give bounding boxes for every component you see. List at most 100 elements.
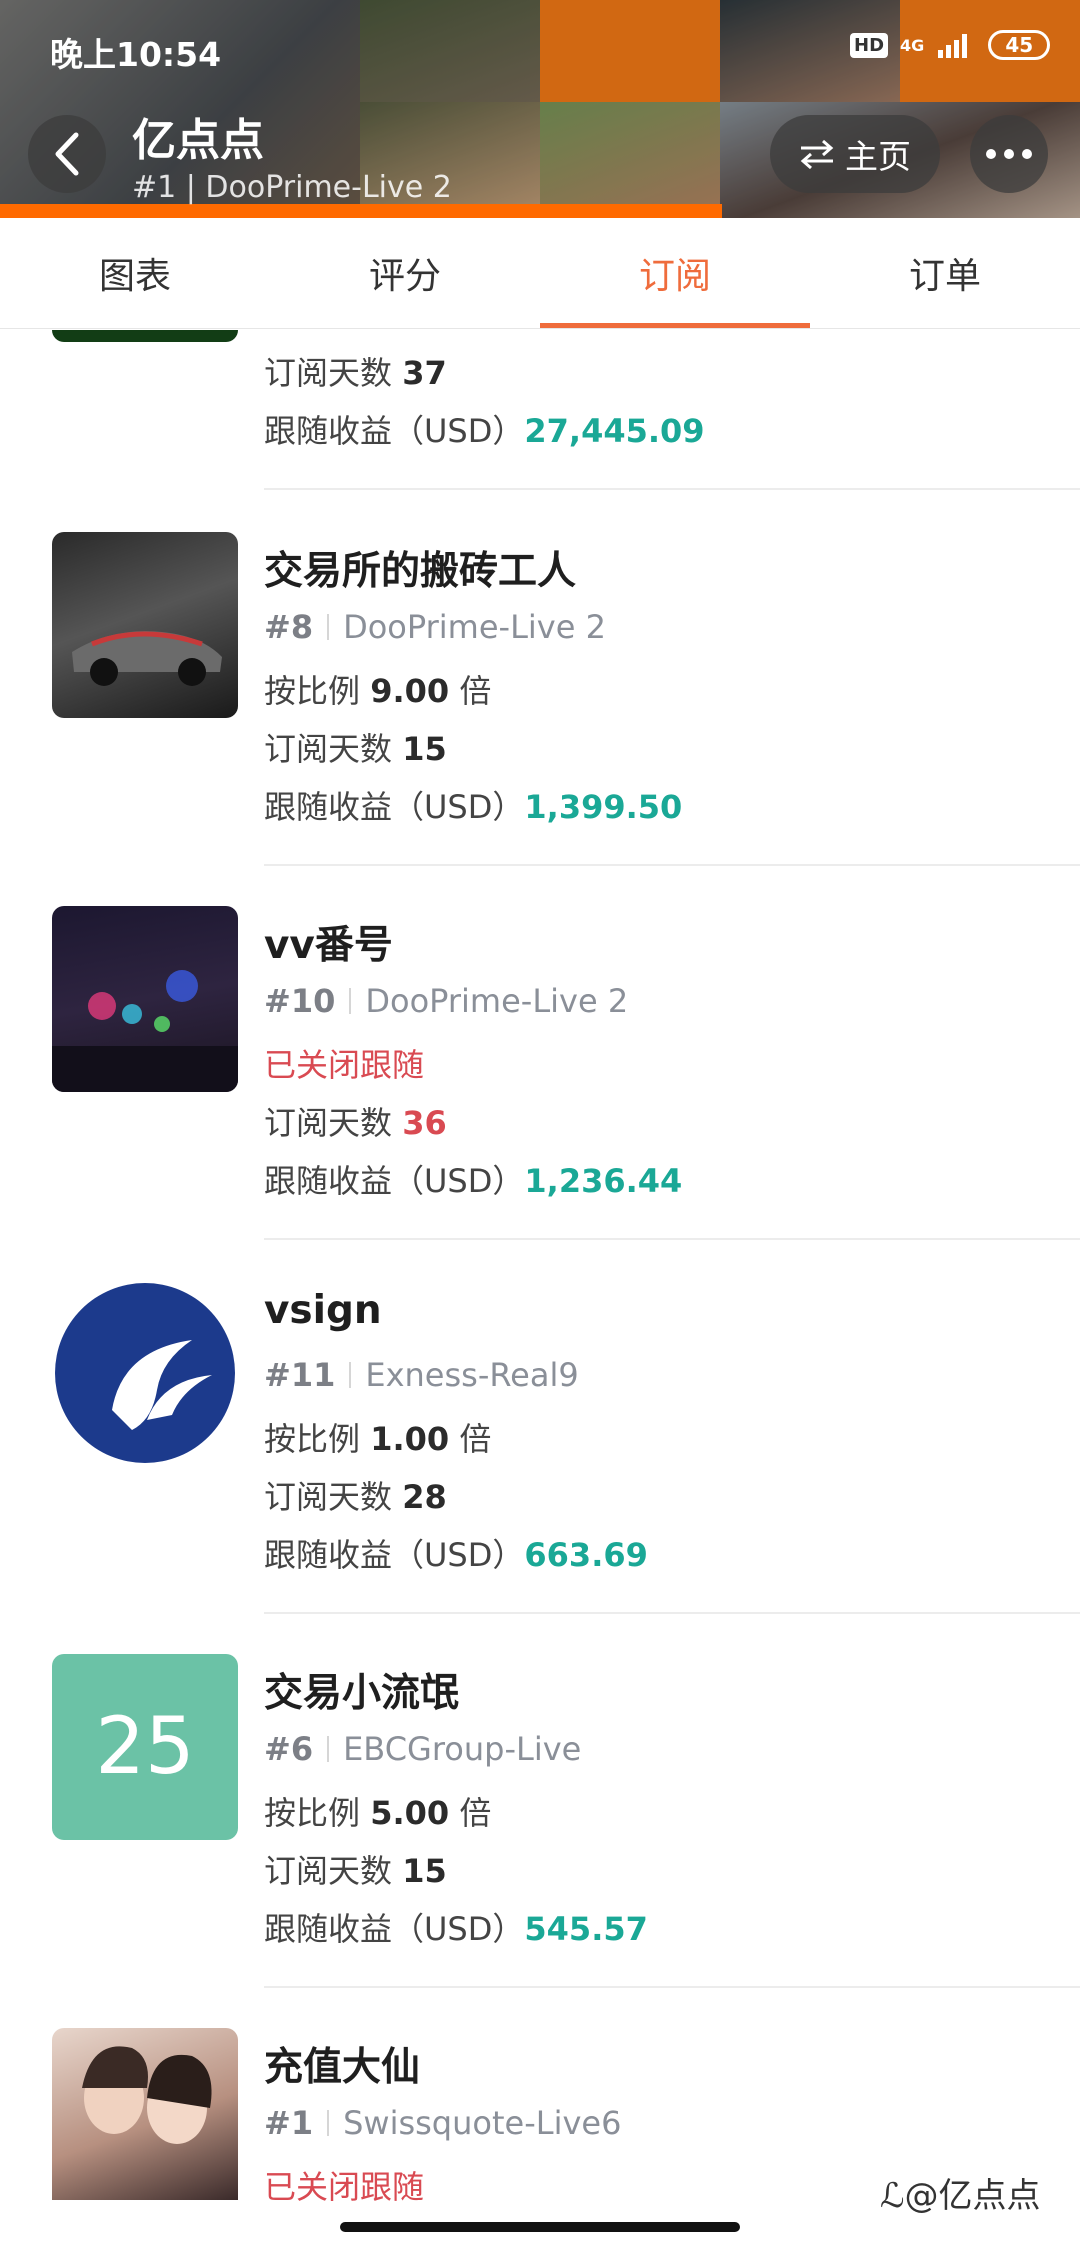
ratio-unit: 倍: [459, 1794, 492, 1832]
follow-closed-status: 已关闭跟随: [264, 1046, 425, 1084]
partial-item-profit: 跟随收益（USD）27,445.09: [264, 406, 705, 452]
profit-label: 跟随收益（USD）: [264, 788, 525, 826]
more-button[interactable]: [970, 115, 1048, 193]
tab-rating[interactable]: 评分: [270, 218, 540, 328]
profit-row: 跟随收益（USD）1,399.50: [264, 782, 682, 828]
rank-separator: [327, 1736, 330, 1762]
swap-icon: [800, 139, 834, 169]
divider: [264, 864, 1080, 866]
broker: Swissquote-Live6: [343, 2104, 622, 2142]
days-value: 36: [402, 1104, 447, 1142]
trader-name: 交易小流氓: [264, 1671, 460, 1716]
tab-subscription[interactable]: 订阅: [540, 218, 810, 328]
ratio-label: 按比例: [264, 672, 361, 710]
ratio-row: 按比例 9.00 倍: [264, 666, 491, 712]
ratio-label: 按比例: [264, 1420, 361, 1458]
home-button-label: 主页: [845, 137, 911, 176]
rank-separator: [349, 1362, 352, 1388]
trader-name: vv番号: [264, 923, 393, 968]
profit-value: 27,445.09: [524, 412, 705, 450]
rank-broker: #11 Exness-Real9: [264, 1356, 579, 1394]
days-value: 15: [402, 730, 447, 768]
trader-avatar: 25: [52, 1654, 238, 1840]
days-value: 15: [402, 1852, 447, 1890]
trader-name: 充值大仙: [264, 2045, 421, 2090]
trader-avatar: [52, 532, 238, 718]
trader-avatar: [52, 2028, 238, 2200]
broker: DooPrime-Live 2: [343, 608, 606, 646]
zhihu-logo-icon: ℒ: [880, 2176, 905, 2216]
ratio-row: 按比例 5.00 倍: [264, 1788, 491, 1834]
days-value: 28: [402, 1478, 447, 1516]
network-type: 4G: [900, 35, 925, 55]
profit-label: 跟随收益（USD）: [264, 1162, 525, 1200]
days-label: 订阅天数: [264, 1852, 393, 1890]
header-accent-strip: [0, 204, 722, 218]
trader-name: vsign: [264, 1288, 382, 1333]
profit-value: 1,236.44: [524, 1162, 683, 1200]
ratio-label: 按比例: [264, 1794, 361, 1832]
broker: DooPrime-Live 2: [365, 982, 629, 1020]
divider: [264, 488, 1080, 490]
ratio-unit: 倍: [459, 672, 492, 710]
profit-row: 跟随收益（USD）545.57: [264, 1904, 648, 1950]
watermark: ℒ@亿点点: [880, 2168, 1041, 2217]
follow-closed-status: 已关闭跟随: [264, 2168, 425, 2206]
days-label: 订阅天数: [264, 1104, 393, 1142]
days-label: 订阅天数: [264, 730, 393, 768]
rank-broker: #8 DooPrime-Live 2: [264, 608, 606, 646]
profit-label: 跟随收益（USD）: [264, 1910, 525, 1948]
trader-avatar: [52, 906, 238, 1092]
days-value: 37: [402, 354, 447, 392]
ratio-value: 1.00: [370, 1420, 450, 1458]
ratio-row: 按比例 1.00 倍: [264, 1414, 491, 1460]
rank-broker: #10 DooPrime-Live 2: [264, 982, 628, 1020]
days-row: 订阅天数 36: [264, 1098, 447, 1144]
rank: #6: [264, 1730, 314, 1768]
avatar-text: 25: [95, 1702, 195, 1792]
tab-orders[interactable]: 订单: [810, 218, 1080, 328]
rank: #11: [264, 1356, 336, 1394]
ratio-value: 9.00: [370, 672, 450, 710]
back-button[interactable]: [28, 115, 106, 193]
broker: Exness-Real9: [365, 1356, 579, 1394]
trader-avatar: [52, 1280, 238, 1466]
rank-separator: [349, 988, 352, 1014]
hd-badge: HD: [850, 32, 889, 58]
home-indicator[interactable]: [340, 2222, 740, 2232]
divider: [264, 1238, 1080, 1240]
broker: EBCGroup-Live: [343, 1730, 582, 1768]
divider: [264, 1986, 1080, 1988]
more-dot-icon: [1022, 149, 1032, 159]
profit-row: 跟随收益（USD）1,236.44: [264, 1156, 682, 1202]
status-time: 晚上10:54: [50, 35, 222, 74]
partial-item-thumbnail: [52, 330, 238, 342]
profit-value: 545.57: [524, 1910, 648, 1948]
status-indicators: HD 4G 45: [850, 30, 1051, 60]
days-row: 订阅天数 15: [264, 724, 447, 770]
days-row: 订阅天数 15: [264, 1846, 447, 1892]
ratio-value: 5.00: [370, 1794, 450, 1832]
tab-bar: 图表 评分 订阅 订单: [0, 218, 1080, 329]
profit-label: 跟随收益（USD）: [264, 412, 525, 450]
profile-header: 晚上10:54 HD 4G 45 亿点点 #1 | DooPrime-Live …: [0, 0, 1080, 218]
home-button[interactable]: 主页: [770, 115, 940, 193]
tab-chart[interactable]: 图表: [0, 218, 270, 328]
page-subtitle: #1 | DooPrime-Live 2: [132, 170, 452, 205]
days-row: 订阅天数 28: [264, 1472, 447, 1518]
chevron-left-icon: [55, 132, 79, 176]
ratio-unit: 倍: [459, 1420, 492, 1458]
divider: [264, 1612, 1080, 1614]
more-dot-icon: [986, 149, 996, 159]
rank: #10: [264, 982, 336, 1020]
rank: #1: [264, 2104, 314, 2142]
signal-icon: [936, 30, 976, 60]
more-dot-icon: [1004, 149, 1014, 159]
profit-value: 663.69: [524, 1536, 648, 1574]
battery-icon: 45: [988, 30, 1051, 60]
watermark-text: @亿点点: [904, 2176, 1041, 2216]
profit-label: 跟随收益（USD）: [264, 1536, 525, 1574]
rank: #8: [264, 608, 314, 646]
days-label: 订阅天数: [264, 354, 393, 392]
rank-separator: [327, 2110, 330, 2136]
